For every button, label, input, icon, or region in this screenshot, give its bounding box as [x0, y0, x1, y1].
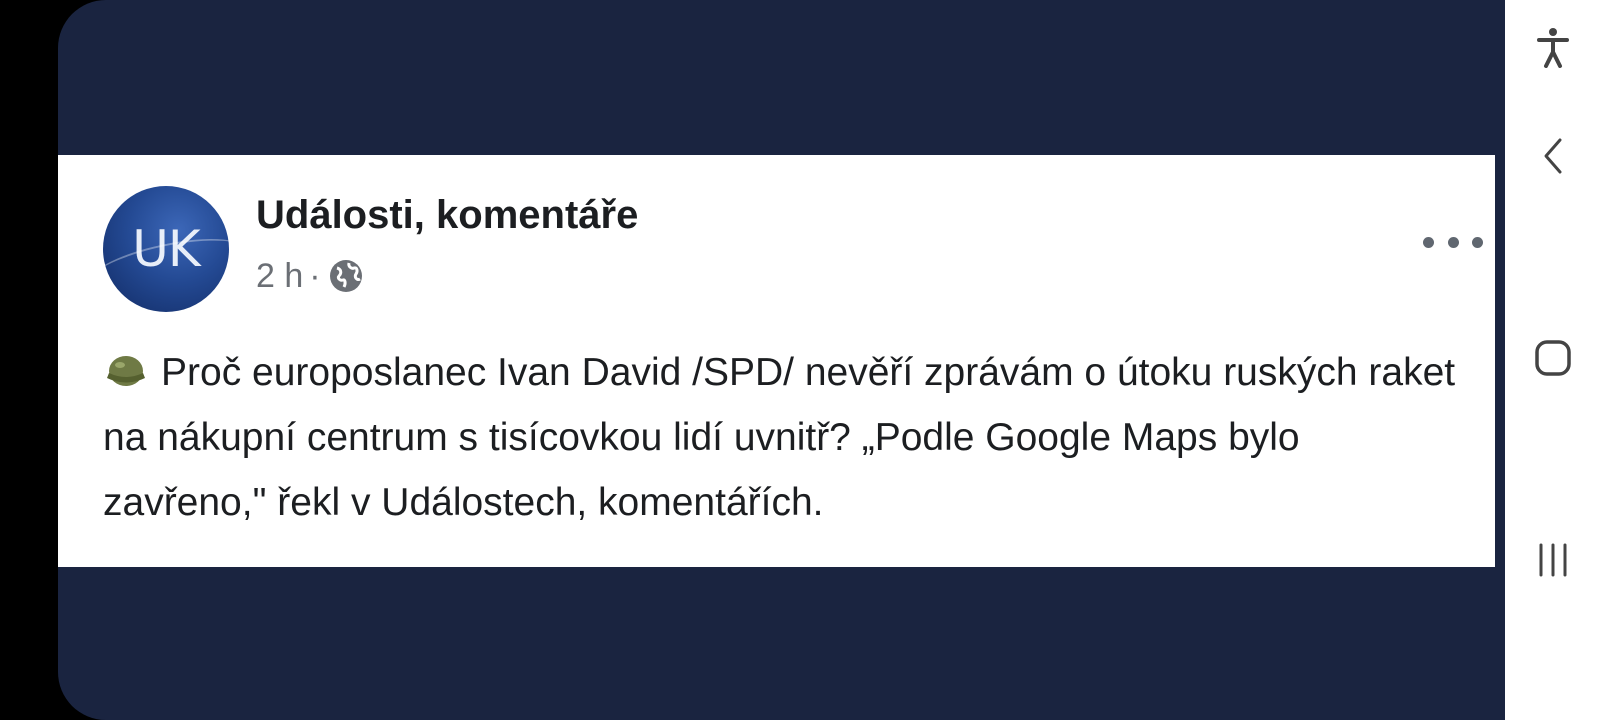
facebook-post-card: UK Události, komentáře 2 h · Proč europo… — [58, 155, 1495, 567]
helmet-icon — [107, 356, 145, 386]
page-avatar[interactable]: UK — [103, 186, 229, 312]
screen: UK Události, komentáře 2 h · Proč europo… — [0, 0, 1505, 720]
accessibility-button[interactable] — [1505, 17, 1600, 77]
home-button[interactable] — [1505, 328, 1600, 388]
post-time[interactable]: 2 h — [256, 257, 303, 296]
back-button[interactable] — [1505, 126, 1600, 186]
accessibility-icon — [1536, 28, 1569, 68]
page-name[interactable]: Události, komentáře — [256, 193, 638, 238]
meta-separator: · — [309, 256, 321, 295]
dot — [1472, 236, 1483, 248]
recents-icon — [1539, 543, 1566, 577]
post-text-block: Proč europoslanec Ivan David /SPD/ nevěř… — [103, 340, 1463, 535]
back-icon — [1544, 138, 1561, 174]
avatar-logo-text: UK — [132, 220, 200, 278]
dot — [1423, 236, 1434, 248]
dot — [1447, 236, 1459, 248]
home-icon — [1534, 340, 1571, 376]
post-text: Proč europoslanec Ivan David /SPD/ nevěř… — [103, 351, 1456, 524]
globe-icon — [329, 260, 362, 292]
android-nav-bar — [1505, 0, 1600, 720]
image-viewer: UK Události, komentáře 2 h · Proč europo… — [58, 0, 1505, 720]
recents-button[interactable] — [1505, 530, 1600, 590]
more-options-icon[interactable] — [1423, 227, 1483, 257]
post-meta: 2 h · — [256, 255, 365, 297]
